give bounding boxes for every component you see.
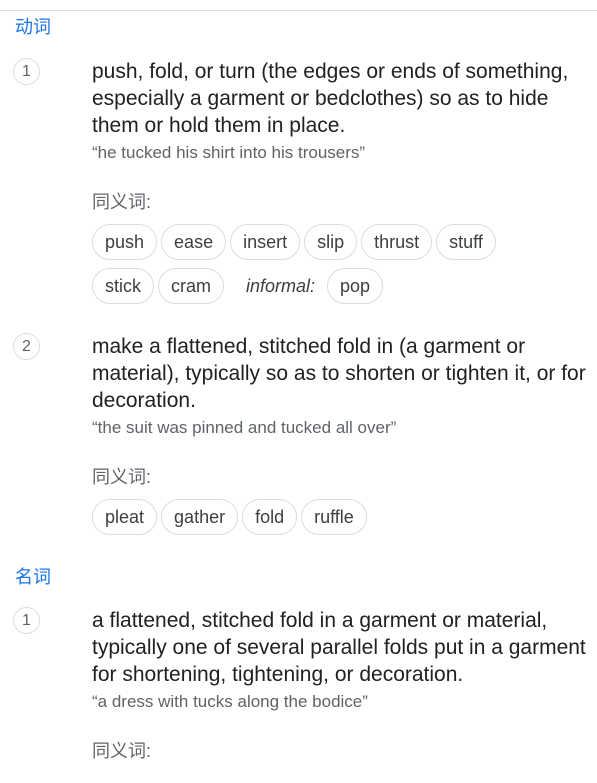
sense-number: 1 bbox=[13, 607, 40, 634]
synonym-chip[interactable]: insert bbox=[230, 224, 301, 260]
synonym-chip[interactable]: push bbox=[92, 224, 158, 260]
synonym-chip[interactable]: thrust bbox=[361, 224, 433, 260]
sense-number: 2 bbox=[13, 333, 40, 360]
part-of-speech-verb: 动词 bbox=[15, 17, 51, 37]
top-divider bbox=[0, 10, 597, 11]
synonym-chip[interactable]: stick bbox=[92, 268, 154, 304]
synonym-chip[interactable]: cram bbox=[158, 268, 224, 304]
synonym-chip[interactable]: ease bbox=[161, 224, 227, 260]
synonym-chip-row: push ease insert slip thrust stuff bbox=[92, 224, 592, 260]
definition-text: a flattened, stitched fold in a garment … bbox=[92, 609, 586, 686]
example-text: “the suit was pinned and tucked all over… bbox=[92, 418, 397, 437]
example-text: “he tucked his shirt into his trousers” bbox=[92, 143, 366, 162]
synonym-chip[interactable]: pop bbox=[327, 268, 384, 304]
sense-number: 1 bbox=[13, 58, 40, 85]
synonym-chip-row: pleat gather fold ruffle bbox=[92, 499, 592, 535]
sense-body: a flattened, stitched fold in a garment … bbox=[92, 607, 592, 762]
synonym-chip-row: stick cram informal: pop bbox=[92, 268, 592, 304]
synonym-chip[interactable]: stuff bbox=[436, 224, 496, 260]
synonym-chip[interactable]: ruffle bbox=[301, 499, 367, 535]
example-text: “a dress with tucks along the bodice” bbox=[92, 692, 368, 711]
synonym-chip[interactable]: fold bbox=[242, 499, 298, 535]
definition-text: push, fold, or turn (the edges or ends o… bbox=[92, 60, 569, 137]
synonym-chip[interactable]: gather bbox=[161, 499, 239, 535]
synonyms-heading: 同义词: bbox=[92, 192, 152, 212]
synonyms-heading: 同义词: bbox=[92, 741, 152, 761]
part-of-speech-noun: 名词 bbox=[15, 567, 51, 587]
synonym-chip[interactable]: pleat bbox=[92, 499, 158, 535]
register-label: informal: bbox=[246, 276, 316, 296]
synonyms-heading: 同义词: bbox=[92, 467, 152, 487]
sense-body: make a flattened, stitched fold in (a ga… bbox=[92, 333, 592, 535]
sense-body: push, fold, or turn (the edges or ends o… bbox=[92, 58, 592, 304]
synonym-chip[interactable]: slip bbox=[304, 224, 358, 260]
definition-text: make a flattened, stitched fold in (a ga… bbox=[92, 335, 586, 412]
